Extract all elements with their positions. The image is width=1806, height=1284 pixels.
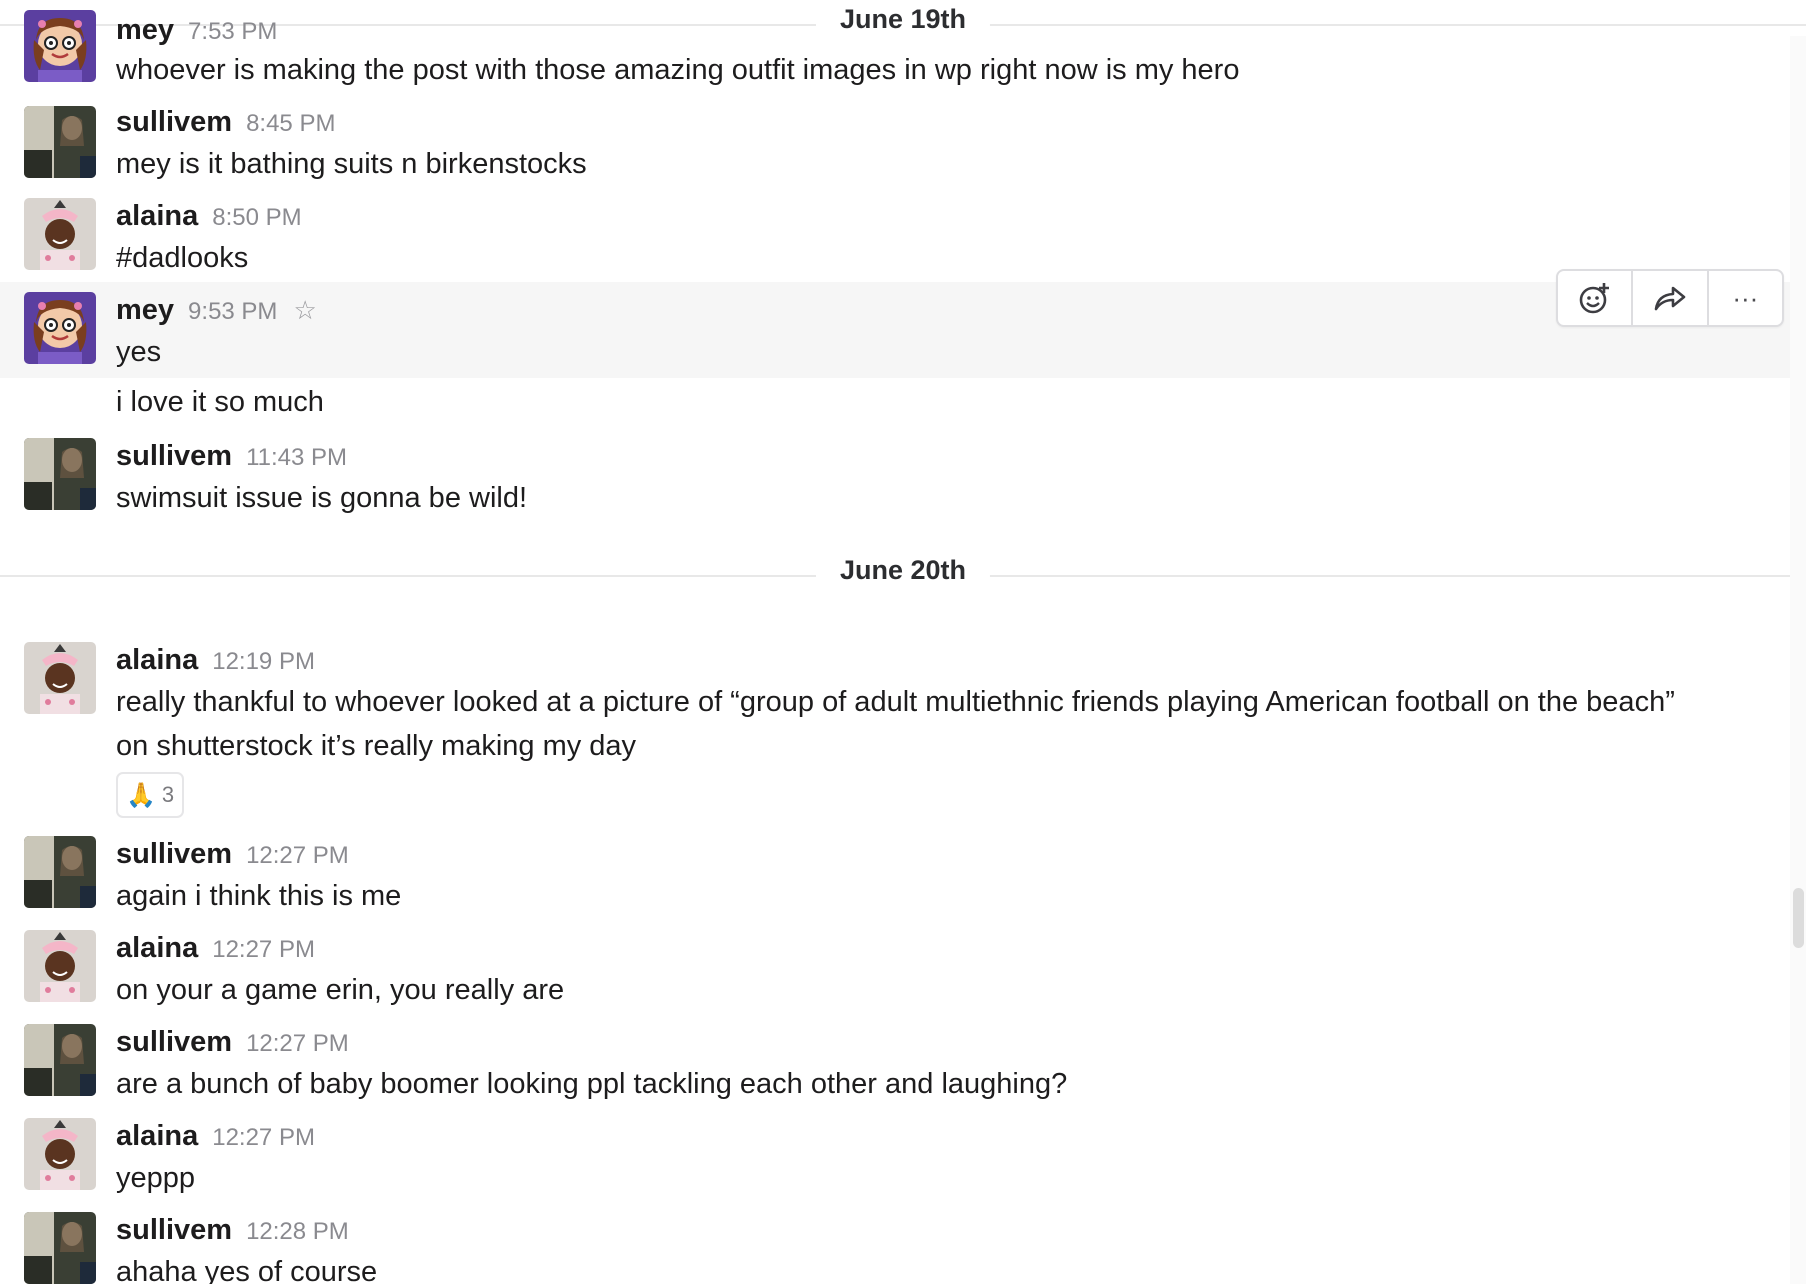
timestamp[interactable]: 12:28 PM (246, 1218, 349, 1245)
add-reaction-icon[interactable] (1558, 271, 1634, 325)
message-header: alaina 12:19 PM (116, 644, 315, 677)
message-text: really thankful to whoever looked at a p… (116, 686, 1675, 762)
message[interactable]: sullivem 12:27 PM are a bunch of baby boo… (0, 1022, 1806, 1114)
author-name[interactable]: sullivem (116, 106, 232, 138)
more-actions-icon[interactable]: ··· (1709, 271, 1782, 325)
message[interactable]: alaina 12:27 PM on your a game erin, you … (0, 928, 1806, 1020)
author-name[interactable]: sullivem (116, 1214, 232, 1246)
message-text: yes (116, 336, 162, 368)
message-header: alaina 8:50 PM (116, 200, 302, 233)
avatar[interactable] (24, 292, 96, 364)
avatar[interactable] (24, 1118, 96, 1190)
author-name[interactable]: alaina (116, 1120, 198, 1152)
timestamp[interactable]: 12:27 PM (212, 1124, 315, 1151)
message-header: sullivem 12:27 PM (116, 1026, 349, 1059)
reaction-count: 3 (161, 782, 175, 807)
avatar[interactable] (24, 198, 96, 270)
message-text: again i think this is me (116, 880, 402, 912)
message[interactable]: alaina 12:27 PM yeppp (0, 1116, 1806, 1208)
message-text: yeppp (116, 1162, 196, 1194)
avatar[interactable] (24, 438, 96, 510)
message[interactable]: sullivem 12:28 PM ahaha yes of course (0, 1210, 1806, 1284)
message[interactable]: alaina 8:50 PM #dadlooks (0, 192, 1806, 282)
message-text: whoever is making the post with those am… (116, 54, 1240, 86)
message[interactable]: sullivem 12:27 PM again i think this is m… (0, 834, 1806, 926)
message-text: ahaha yes of course (116, 1256, 378, 1284)
folded-hands-icon: 🙏 (126, 781, 156, 809)
avatar[interactable] (24, 10, 96, 82)
message-text: are a bunch of baby boomer looking ppl t… (116, 1068, 1068, 1100)
avatar[interactable] (24, 930, 96, 1002)
star-outline-icon[interactable]: ☆ (293, 295, 316, 325)
timestamp[interactable]: 12:27 PM (246, 1030, 349, 1057)
scrollbar-thumb[interactable] (1793, 888, 1804, 948)
timestamp[interactable]: 11:43 PM (246, 444, 347, 471)
message[interactable]: sullivem 8:45 PM mey is it bathing suits … (0, 98, 1806, 190)
message[interactable]: alaina 12:19 PM really thankful to whoeve… (0, 640, 1806, 830)
author-name[interactable]: sullivem (116, 838, 232, 870)
message[interactable]: sullivem 11:43 PM swimsuit issue is gonna… (0, 432, 1806, 528)
message-header: sullivem 8:45 PM (116, 106, 335, 139)
author-name[interactable]: alaina (116, 932, 198, 964)
timestamp[interactable]: 12:27 PM (212, 936, 315, 963)
timestamp[interactable]: 12:19 PM (212, 648, 315, 675)
message-text: on your a game erin, you really are (116, 974, 565, 1006)
author-name[interactable]: mey (116, 294, 174, 326)
avatar[interactable] (24, 1212, 96, 1284)
author-name[interactable]: alaina (116, 200, 198, 232)
message-header: sullivem 12:27 PM (116, 838, 349, 871)
timestamp[interactable]: 7:53 PM (188, 18, 277, 45)
message-header: alaina 12:27 PM (116, 1120, 315, 1153)
message-text: i love it so much (116, 386, 324, 418)
timestamp[interactable]: 8:45 PM (246, 110, 335, 137)
message-text: swimsuit issue is gonna be wild! (116, 482, 528, 514)
author-name[interactable]: alaina (116, 644, 198, 676)
message-header: mey 7:53 PM (116, 14, 277, 47)
author-name[interactable]: mey (116, 14, 174, 46)
message-header: alaina 12:27 PM (116, 932, 315, 965)
day-divider: June 20th (0, 555, 1806, 586)
message-text: mey is it bathing suits n birkenstocks (116, 148, 587, 180)
author-name[interactable]: sullivem (116, 1026, 232, 1058)
reaction-pill[interactable]: 🙏 3 (116, 772, 185, 818)
message-hovered[interactable]: mey 9:53 PM ☆ yes (0, 282, 1806, 378)
avatar[interactable] (24, 836, 96, 908)
share-icon[interactable] (1633, 271, 1709, 325)
avatar[interactable] (24, 106, 96, 178)
timestamp[interactable]: 9:53 PM (188, 298, 277, 325)
message[interactable]: mey 7:53 PM whoever is making the post wi… (0, 0, 1806, 92)
timestamp[interactable]: 8:50 PM (212, 204, 301, 231)
day-divider-label: June 20th (815, 555, 991, 586)
avatar[interactable] (24, 1024, 96, 1096)
message-header: sullivem 12:28 PM (116, 1214, 349, 1247)
message-feed: June 19th mey 7:53 PM whoever is making t… (0, 0, 1806, 1284)
scrollbar-track[interactable] (1790, 36, 1806, 1284)
message-header: sullivem 11:43 PM (116, 440, 347, 473)
avatar[interactable] (24, 642, 96, 714)
message-header: mey 9:53 PM ☆ (116, 294, 317, 327)
message-text: #dadlooks (116, 242, 249, 274)
timestamp[interactable]: 12:27 PM (246, 842, 349, 869)
message-continuation[interactable]: i love it so much (0, 380, 1806, 430)
author-name[interactable]: sullivem (116, 440, 232, 472)
message-actions-toolbar: ··· (1556, 269, 1784, 327)
